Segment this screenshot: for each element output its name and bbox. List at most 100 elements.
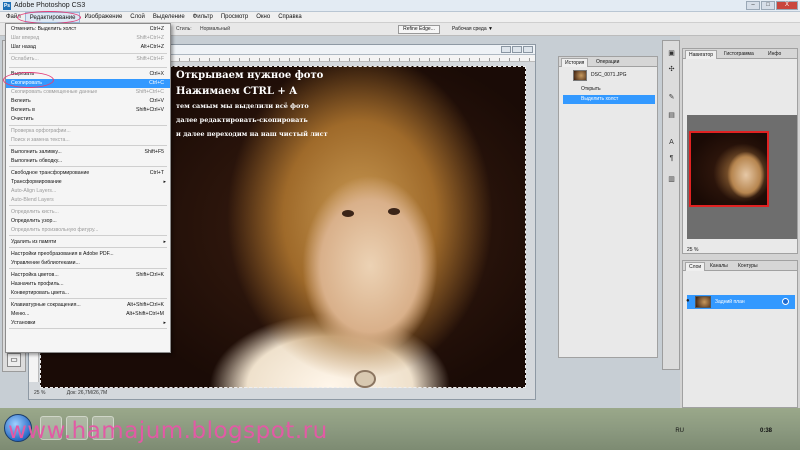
tab-channels[interactable]: Каналы — [707, 262, 731, 270]
language-indicator[interactable]: RU — [675, 428, 684, 434]
navigator-icon[interactable]: ▣ — [666, 49, 677, 59]
document-status-bar: 25 % Док: 26,7M/26,7M — [34, 390, 524, 398]
screen-mode-icon[interactable]: ▭ — [7, 353, 21, 367]
menu-item-label: Удалить из памяти — [11, 239, 57, 245]
edit-menu-item[interactable]: Вклеить Ctrl+V — [6, 97, 170, 106]
tab-histogram[interactable]: Гистограмма — [721, 50, 757, 58]
edit-menu-item[interactable]: Управление библиотеками... — [6, 259, 170, 268]
edit-menu-item[interactable]: Назначить профиль... — [6, 280, 170, 289]
zoom-readout[interactable]: 25 % — [34, 390, 45, 396]
tab-layers[interactable]: Слои — [685, 262, 706, 271]
layer-row-background[interactable]: ● Задний план — [686, 295, 795, 309]
tools-icon[interactable]: ✣ — [666, 65, 677, 75]
menu-item-label: Назначить профиль... — [11, 281, 64, 287]
edit-menu-item[interactable]: Выполнить заливку... Shift+F5 — [6, 148, 170, 157]
clock[interactable]: 0:38 — [760, 428, 772, 434]
tab-info[interactable]: Инфо — [765, 50, 784, 58]
menu-item-label: Шаг вперед — [11, 35, 40, 41]
edit-menu-item[interactable]: Конвертировать цвета... — [6, 289, 170, 298]
menu-item-label: Очистить — [11, 116, 34, 122]
edit-menu-item: Определить произвольную фигуру... — [6, 226, 170, 235]
edit-menu-item: Скопировать совмещенные данные Shift+Ctrl… — [6, 88, 170, 97]
edit-menu-item: Auto-Align Layers... — [6, 187, 170, 196]
edit-menu-item[interactable]: Настройки преобразования в Adobe PDF... — [6, 250, 170, 259]
menu-item-shortcut: Ctrl+T — [149, 170, 164, 176]
paragraph-icon[interactable]: ¶ — [666, 155, 677, 165]
menu-item-label: Вклеить в — [11, 107, 35, 113]
workspace-button[interactable]: Рабочая среда ▼ — [452, 26, 493, 32]
close-button[interactable]: X — [776, 1, 798, 10]
menu-layer[interactable]: Слой — [126, 12, 149, 23]
menu-item-label: Выполнить обводку... — [11, 158, 63, 164]
edit-menu-item[interactable]: Меню... Alt+Shift+Ctrl+M — [6, 310, 170, 319]
edit-menu-item[interactable]: Очистить — [6, 115, 170, 124]
history-item-open[interactable]: Открыть — [563, 85, 655, 94]
navigator-panel: Навигатор Гистограмма Инфо 25 % — [682, 48, 798, 254]
navigator-panel-tabs: Навигатор Гистограмма Инфо — [683, 49, 797, 59]
menu-image[interactable]: Изображение — [80, 12, 126, 23]
edit-menu-item[interactable]: Установки — [6, 319, 170, 328]
edit-menu-item[interactable]: Настройка цветов... Shift+Ctrl+K — [6, 271, 170, 280]
history-item-select-all[interactable]: Выделить холст — [563, 95, 655, 104]
doc-size-readout: Док: 26,7M/26,7M — [66, 390, 108, 396]
edit-menu-item[interactable]: Вклеить в Shift+Ctrl+V — [6, 106, 170, 115]
edit-menu-item: Ослабить... Shift+Ctrl+F — [6, 55, 170, 64]
menu-item-shortcut: Ctrl+X — [149, 71, 164, 77]
edit-menu-item[interactable]: Шаг назад Alt+Ctrl+Z — [6, 43, 170, 52]
doc-minimize-button[interactable] — [501, 46, 511, 53]
menu-item-label: Поиск и замена текста... — [11, 137, 70, 143]
menu-separator — [9, 298, 167, 299]
tab-actions[interactable]: Операции — [593, 58, 622, 66]
edit-menu-item: Проверка орфографии... — [6, 127, 170, 136]
doc-close-button[interactable] — [523, 46, 533, 53]
menu-item-shortcut: Shift+Ctrl+C — [135, 89, 164, 95]
tab-paths[interactable]: Контуры — [735, 262, 761, 270]
menu-item-shortcut: Ctrl+V — [149, 98, 164, 104]
edit-menu-item[interactable]: Отменить: Выделить холст Ctrl+Z — [6, 25, 170, 34]
layers-panel: Слои Каналы Контуры ● Задний план — [682, 260, 798, 408]
maximize-button[interactable]: □ — [761, 1, 775, 10]
layer-comps-icon[interactable]: ▥ — [666, 175, 677, 185]
edit-menu-item[interactable]: Выполнить обводку... — [6, 157, 170, 166]
edit-menu-item[interactable]: Свободное трансформирование Ctrl+T — [6, 169, 170, 178]
photo-eye-right — [388, 208, 400, 215]
menu-item-shortcut: Shift+F5 — [144, 149, 164, 155]
menu-select[interactable]: Выделение — [149, 12, 189, 23]
menu-item-label: Настройки преобразования в Adobe PDF... — [11, 251, 114, 257]
menu-item-label: Вклеить — [11, 98, 31, 104]
edit-menu-item[interactable]: Удалить из памяти — [6, 238, 170, 247]
menu-item-label: Ослабить... — [11, 56, 39, 62]
menu-window[interactable]: Окно — [252, 12, 274, 23]
style-select[interactable]: Нормальный — [200, 26, 230, 32]
edit-menu-item[interactable]: Определить узор... — [6, 217, 170, 226]
photo-eye-left — [342, 210, 354, 217]
history-icon[interactable]: ✎ — [666, 93, 677, 103]
menu-item-label: Определить узор... — [11, 218, 57, 224]
tab-navigator[interactable]: Навигатор — [685, 50, 718, 59]
menu-help[interactable]: Справка — [274, 12, 306, 23]
doc-maximize-button[interactable] — [512, 46, 522, 53]
menu-item-label: Меню... — [11, 311, 30, 317]
instruction-line-5: и далее переходим на наш чистый лист — [176, 130, 328, 138]
brush-icon[interactable]: ▤ — [666, 111, 677, 121]
tab-history[interactable]: История — [561, 58, 589, 67]
annotation-circle-copy — [3, 72, 54, 88]
menu-filter[interactable]: Фильтр — [189, 12, 217, 23]
menu-item-label: Управление библиотеками... — [11, 260, 80, 266]
refine-edge-button[interactable]: Refine Edge... — [398, 25, 440, 34]
navigator-preview[interactable] — [687, 115, 797, 239]
menu-item-label: Определить кисть... — [11, 209, 59, 215]
navigator-zoom[interactable]: 25 % — [687, 247, 698, 253]
minimize-button[interactable]: – — [746, 1, 760, 10]
window-controls: – □ X — [746, 1, 798, 10]
eye-icon[interactable]: ● — [686, 298, 692, 304]
history-snapshot[interactable]: DSC_0071.JPG — [563, 70, 655, 82]
edit-menu-item[interactable]: Клавиатурные сокращения... Alt+Shift+Ctrl… — [6, 301, 170, 310]
character-icon[interactable]: A — [666, 139, 677, 149]
window-title: Adobe Photoshop CS3 — [14, 2, 86, 9]
menu-item-label: Клавиатурные сокращения... — [11, 302, 81, 308]
edit-menu-item[interactable]: Трансформирование — [6, 178, 170, 187]
menu-item-shortcut: Shift+Ctrl+V — [136, 107, 164, 113]
menu-view[interactable]: Просмотр — [217, 12, 252, 23]
instruction-line-3: тем самым мы выделили всё фото — [176, 102, 309, 110]
